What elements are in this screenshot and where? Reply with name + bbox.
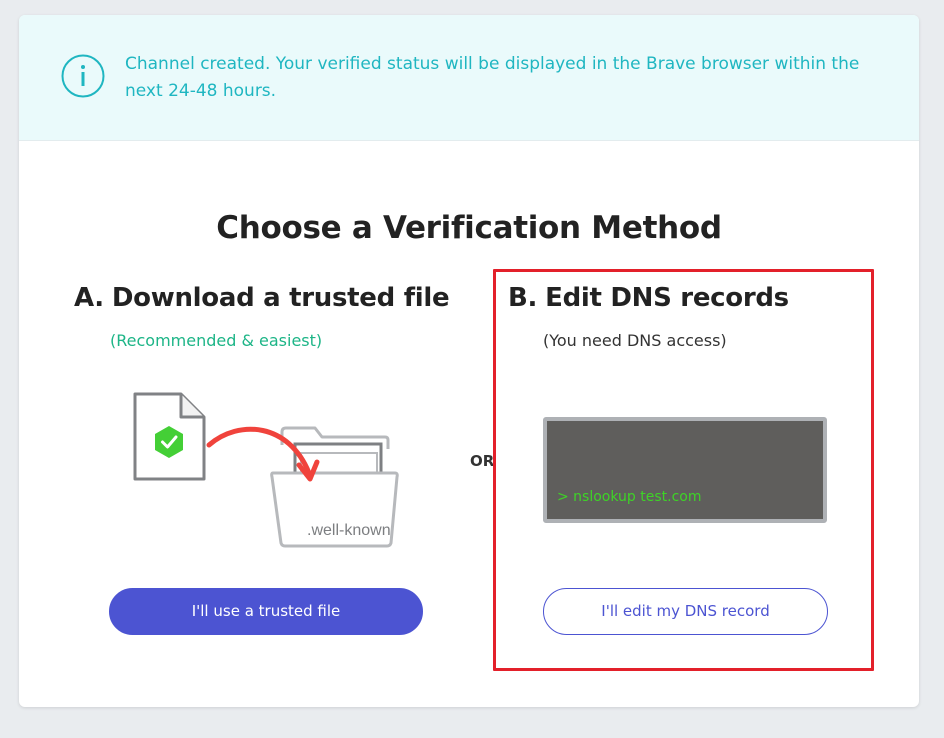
terminal-command: > nslookup test.com [557,489,702,505]
option-a-letter: A. [74,283,104,313]
option-a-heading: A. Download a trusted file [74,283,450,313]
success-banner: Channel created. Your verified status wi… [19,15,919,141]
banner-message: Channel created. Your verified status wi… [125,54,860,101]
or-separator: OR [470,452,495,470]
info-icon [61,54,105,98]
terminal-illustration: > nslookup test.com [543,417,827,523]
option-b-title: Edit DNS records [545,283,789,313]
option-b-subtitle: (You need DNS access) [543,331,727,350]
option-b-letter: B. [508,283,538,313]
edit-dns-record-button[interactable]: I'll edit my DNS record [543,588,828,635]
option-a-title: Download a trusted file [111,283,450,313]
folder-label: .well-known [307,522,391,539]
use-trusted-file-button[interactable]: I'll use a trusted file [109,588,423,635]
page-title: Choose a Verification Method [216,210,722,246]
trusted-file-illustration: .well-known [133,392,399,548]
option-a-subtitle: (Recommended & easiest) [110,331,323,350]
verification-card: Channel created. Your verified status wi… [19,15,919,707]
option-b-heading: B. Edit DNS records [508,283,789,313]
